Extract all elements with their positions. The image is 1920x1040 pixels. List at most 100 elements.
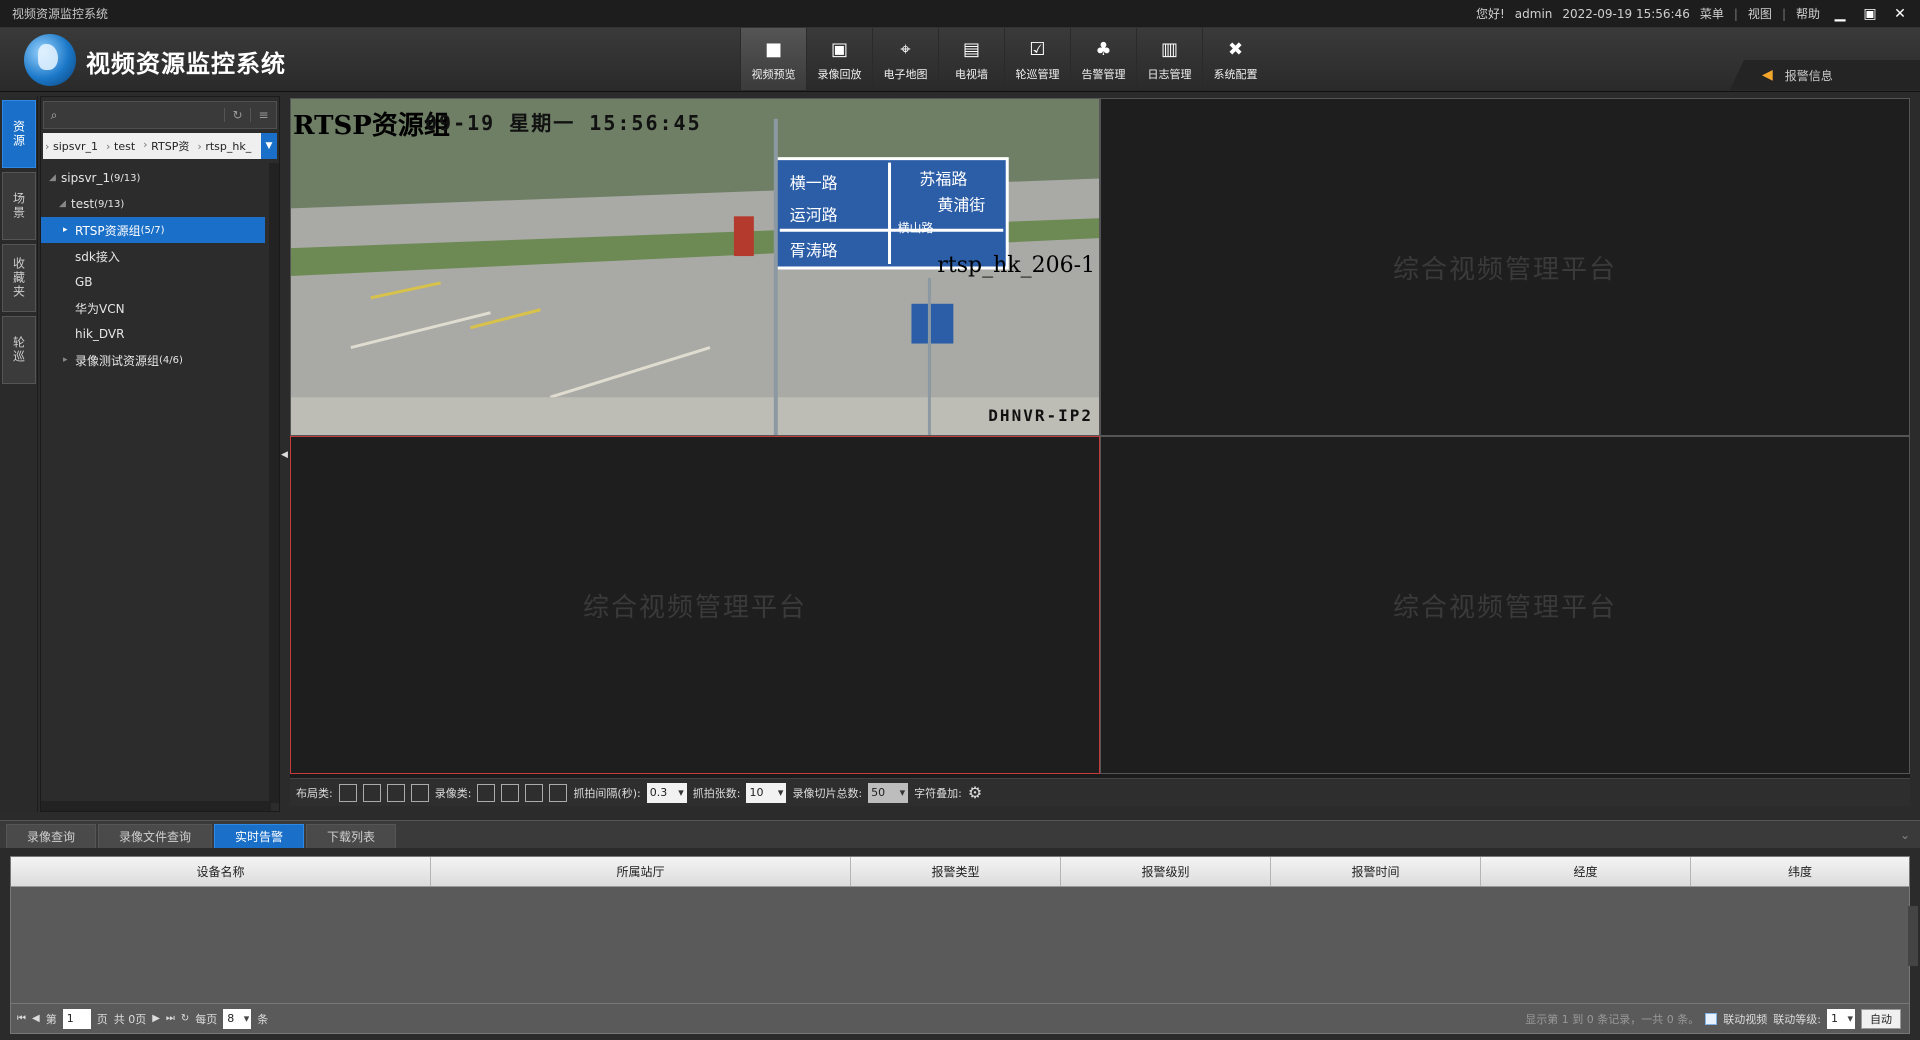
nav-tv-wall[interactable]: ▤ 电视墙 [938,28,1004,90]
video-cell-2[interactable]: 综合视频管理平台 [1100,98,1910,436]
menu-item-help[interactable]: 帮助 [1796,5,1820,22]
nav-video-preview[interactable]: ■ 视频预览 [740,28,806,90]
nav-emap[interactable]: ⌖ 电子地图 [872,28,938,90]
tree-node[interactable]: ◢ sipsvr_1 (9/13) [41,165,279,191]
tree-vertical-scrollbar[interactable] [269,163,279,803]
camera-icon: ■ [764,38,782,60]
greeting: 您好! [1475,7,1505,21]
per-page-select[interactable]: 8 [223,1008,252,1029]
video-cell-3[interactable]: 综合视频管理平台 [290,436,1100,774]
bottom-tabs: 录像查询 录像文件查询 实时告警 下载列表 ⌄ [0,820,1920,848]
breadcrumb-item[interactable]: rtsp_hk_ [195,140,257,153]
sidebar-tab-resources[interactable]: 资源 [2,100,36,168]
column-header[interactable]: 报警时间 [1271,857,1481,886]
video-cell-1[interactable]: 横一路 苏福路 运河路 黄浦街 横山路 胥涛路 RTSP资源组 09-19 星期… [290,98,1100,436]
expand-arrow-icon[interactable]: ◢ [59,199,71,209]
layout-custom-icon[interactable] [410,783,429,802]
sidebar-tab-scenes[interactable]: 场景 [2,172,36,240]
column-header[interactable]: 报警类型 [851,857,1061,886]
column-header[interactable]: 经度 [1481,857,1691,886]
tab-record-query[interactable]: 录像查询 [6,824,97,848]
cell-placeholder: 综合视频管理平台 [1392,254,1617,285]
collapsed-arrow-icon[interactable]: ▸ [63,355,75,365]
tab-record-file-query[interactable]: 录像文件查询 [98,824,213,848]
sidebar-tabs: 资源 场景 收藏夹 轮巡 [0,96,38,812]
fullscreen-icon[interactable] [386,783,405,802]
nav-log[interactable]: ▥ 日志管理 [1136,28,1202,90]
gear-icon[interactable]: ⚙ [968,783,982,802]
expand-arrow-icon[interactable]: ◢ [49,173,61,183]
collapse-left-arrow-icon[interactable]: ◀ [281,450,288,470]
tree-node[interactable]: ▸ 录像测试资源组 (4/6) [41,347,279,373]
nav-label: 系统配置 [1213,68,1258,81]
column-header[interactable]: 所属站厅 [431,857,851,886]
record-icon[interactable] [477,783,496,802]
camera-watermark: DHNVR-IP2 [988,406,1093,425]
link-video-checkbox[interactable] [1705,1012,1718,1025]
title-bar: 视频资源监控系统 您好! admin 2022-09-19 15:56:46 菜… [0,0,1920,28]
breadcrumb-dropdown-icon[interactable]: ▼ [261,133,277,159]
minimize-icon[interactable]: ▁ [1830,4,1850,24]
table-scrollbar[interactable] [1908,906,1918,966]
breadcrumb-item[interactable]: RTSP资 [141,138,195,154]
snapshot-icon[interactable] [501,783,520,802]
tree-node[interactable]: 华为VCN [41,295,279,321]
road-sign-text: 横山路 [897,220,933,235]
tree-node-label: hik_DVR [75,327,125,341]
column-header[interactable]: 纬度 [1691,857,1909,886]
refresh-icon[interactable]: ↻ [224,108,250,122]
layout-grid-9-icon[interactable] [362,783,381,802]
tree-node[interactable]: ◢ test (9/13) [41,191,279,217]
tree-node[interactable]: hik_DVR [41,321,279,347]
breadcrumb-item[interactable]: test [104,140,141,153]
refresh-icon[interactable]: ↻ [181,1013,189,1024]
nav-playback[interactable]: ▣ 录像回放 [806,28,872,90]
next-page-icon[interactable]: ▶ [152,1013,160,1024]
last-page-icon[interactable]: ⏭ [166,1013,175,1024]
nav-settings[interactable]: ✖ 系统配置 [1202,28,1268,90]
tv-wall-icon: ▤ [962,38,980,60]
collapsed-arrow-icon[interactable]: ▸ [63,225,75,235]
auto-button[interactable]: 自动 [1861,1008,1901,1029]
app-header: 视频资源监控系统 ■ 视频预览 ▣ 录像回放 ⌖ 电子地图 ▤ 电视墙 ☑ 轮巡… [0,28,1920,92]
link-level-select[interactable]: 1 [1827,1008,1855,1029]
slice-total-label: 录像切片总数: [792,786,863,800]
breadcrumb-item[interactable]: sipsvr_1 [43,140,104,153]
sidebar-tab-patrol[interactable]: 轮巡 [2,316,36,384]
column-header[interactable]: 报警级别 [1061,857,1271,886]
record-stop-icon[interactable] [549,783,568,802]
prev-page-icon[interactable]: ◀ [32,1013,40,1024]
road-sign-text: 横一路 [790,174,838,192]
tree-node[interactable]: GB [41,269,279,295]
snap-interval-select[interactable]: 0.3 [646,782,687,803]
tree-search-input[interactable] [64,104,224,126]
page-number-input[interactable]: 1 [62,1008,91,1029]
globe-logo-icon [24,34,76,86]
resource-tree-panel: ⌕ ↻ ≡ sipsvr_1 test RTSP资 rtsp_hk_ ▼ ◢ s… [40,96,280,812]
alarm-info-tab[interactable]: ◀ 报警信息 [1730,60,1920,90]
tree-node[interactable]: sdk接入 [41,243,279,269]
slice-total-select[interactable]: 50 [868,782,909,803]
tab-realtime-alarm[interactable]: 实时告警 [214,824,305,848]
tree-horizontal-scrollbar[interactable] [41,801,271,811]
first-page-icon[interactable]: ⏮ [17,1013,26,1024]
sidebar-tab-favorites[interactable]: 收藏夹 [2,244,36,312]
record-slice-icon[interactable] [525,783,544,802]
snap-count-select[interactable]: 10 [746,782,787,803]
tab-download-list[interactable]: 下载列表 [306,824,397,848]
collapse-panel-icon[interactable]: ⌄ [1900,828,1910,842]
list-icon[interactable]: ≡ [250,108,276,122]
nav-alarm[interactable]: ♣ 告警管理 [1070,28,1136,90]
menu-item-view[interactable]: 视图 [1748,5,1772,22]
road-sign-text: 胥涛路 [790,242,838,260]
maximize-icon[interactable]: ▣ [1860,4,1880,24]
nav-patrol[interactable]: ☑ 轮巡管理 [1004,28,1070,90]
tree-node-label: sipsvr_1 [61,171,111,185]
tree-node-label: RTSP资源组 [75,223,141,238]
close-icon[interactable]: ✕ [1890,4,1910,24]
column-header[interactable]: 设备名称 [11,857,431,886]
tree-node-selected[interactable]: ▸ RTSP资源组 (5/7) [41,217,265,243]
layout-grid-icon[interactable] [338,783,357,802]
menu-item-menu[interactable]: 菜单 [1700,5,1724,22]
video-cell-4[interactable]: 综合视频管理平台 [1100,436,1910,774]
